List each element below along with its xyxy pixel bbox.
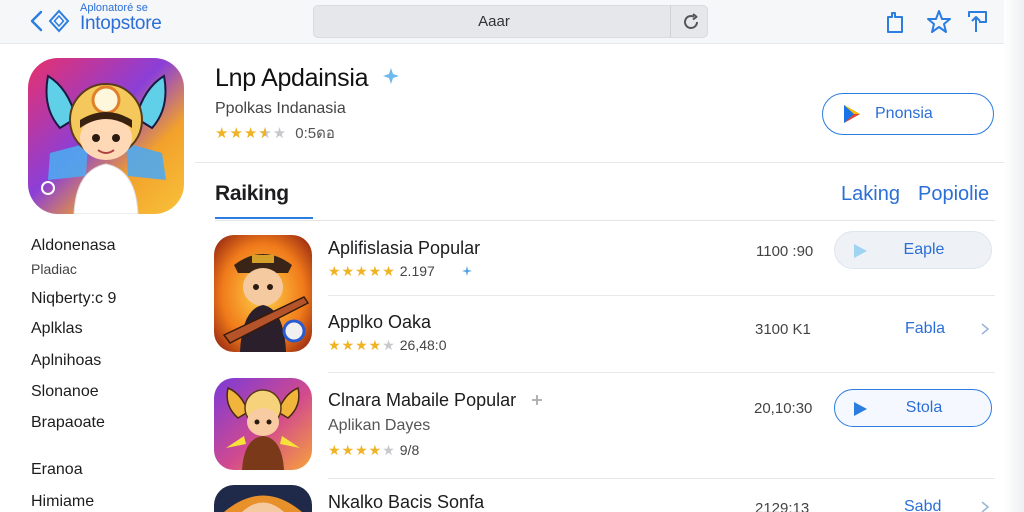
open-button-label: Pnonsia [875, 105, 933, 122]
open-app-button[interactable]: Pnonsia [822, 93, 994, 135]
row-stars: ★★★★★ [328, 262, 396, 279]
row-app-name[interactable]: Nkalko Bacis Sonfa [328, 492, 484, 512]
row-rating-count: 2.197 [399, 263, 435, 279]
row-app-name[interactable]: Aplifislasia Popular [328, 238, 480, 259]
row-get-button[interactable]: Stola [834, 389, 992, 427]
row-size: 1100 :90 [756, 243, 814, 260]
row-app-subtitle: Aplikan Dayes [328, 417, 431, 434]
brand-name[interactable]: Intopstore [80, 13, 162, 35]
share-icon[interactable] [964, 8, 992, 36]
sidebar-item-4[interactable]: Aplklas [31, 320, 83, 338]
store-logo-icon [48, 9, 70, 33]
row-rating: ★★★★★ 9/8 [328, 441, 419, 459]
sidebar-item-1[interactable]: Aldonenasa [31, 237, 116, 255]
chevron-right-icon[interactable] [978, 322, 992, 336]
row-stars: ★★★★★ [328, 336, 396, 353]
row-app-icon[interactable] [214, 235, 312, 352]
app-icon[interactable] [28, 58, 184, 214]
search-text[interactable]: Aaar [314, 6, 674, 37]
row-divider [328, 478, 995, 479]
row-button-label: Eaple [903, 241, 945, 258]
row-stars: ★★★★★ [328, 441, 396, 458]
row-rating: ★★★★★ 26,48:0 [328, 336, 446, 354]
row-action-link[interactable]: Fabla [905, 320, 945, 338]
window-edge [1004, 0, 1024, 512]
bookmark-icon[interactable] [881, 8, 909, 36]
top-bar: Aplonatoré se Intopstore Aaar [0, 0, 1024, 44]
section-title[interactable]: Raiking [215, 182, 289, 206]
row-size: 3100 K1 [755, 321, 811, 338]
star-outline-icon[interactable] [925, 8, 953, 36]
row-get-button[interactable]: Eaple [834, 231, 992, 269]
sparkle-icon [383, 68, 399, 84]
row-size: 2129:13 [755, 500, 810, 512]
sparkle-icon [461, 266, 472, 276]
sidebar-item-8[interactable]: Eranoa [31, 461, 83, 479]
rating-stars: ★★★★★★ [215, 125, 288, 142]
active-tab-indicator [215, 217, 313, 219]
row-divider [328, 295, 995, 296]
sidebar-item-6[interactable]: Slonanoe [31, 383, 99, 401]
chevron-right-icon[interactable] [978, 500, 992, 512]
row-rating-count: 26,48:0 [399, 337, 447, 353]
play-store-icon [844, 105, 860, 123]
header-divider [195, 162, 1024, 163]
plus-icon [532, 395, 542, 405]
sidebar-item-9[interactable]: Himiame [31, 493, 94, 511]
row-app-name[interactable]: Clnara Mabaile Popular [328, 390, 516, 411]
row-app-icon[interactable] [214, 485, 312, 512]
back-chevron-icon[interactable] [26, 9, 50, 33]
row-button-label: Stola [905, 399, 943, 416]
app-subtitle: Ppolkas Indanasia [215, 100, 346, 117]
section-divider [215, 220, 995, 221]
reload-icon[interactable] [681, 12, 701, 32]
rating-count: 0:5ดอ [295, 125, 335, 142]
search-field[interactable]: Aaar [313, 5, 708, 38]
app-title: Lnp Apdainsia [215, 64, 369, 92]
filter-ranking[interactable]: Laking [841, 183, 900, 206]
row-size: 20,10:30 [754, 400, 813, 417]
sidebar-item-2[interactable]: Pladiac [31, 261, 77, 277]
sidebar-item-7[interactable]: Brapaoate [31, 414, 105, 432]
sidebar-item-3[interactable]: Niqberty:c 9 [31, 290, 116, 308]
row-app-icon[interactable] [214, 378, 312, 470]
row-rating-count: 9/8 [399, 442, 420, 458]
row-app-name[interactable]: Applko Oaka [328, 312, 431, 333]
search-divider [670, 6, 671, 37]
app-rating: ★★★★★★ 0:5ดอ [215, 124, 335, 142]
row-action-link[interactable]: Sabd [904, 498, 941, 512]
row-divider [328, 372, 995, 373]
filter-popular[interactable]: Popiolie [918, 183, 989, 206]
sidebar-item-5[interactable]: Aplnihoas [31, 352, 101, 370]
row-rating: ★★★★★ 2.197 [328, 262, 473, 280]
